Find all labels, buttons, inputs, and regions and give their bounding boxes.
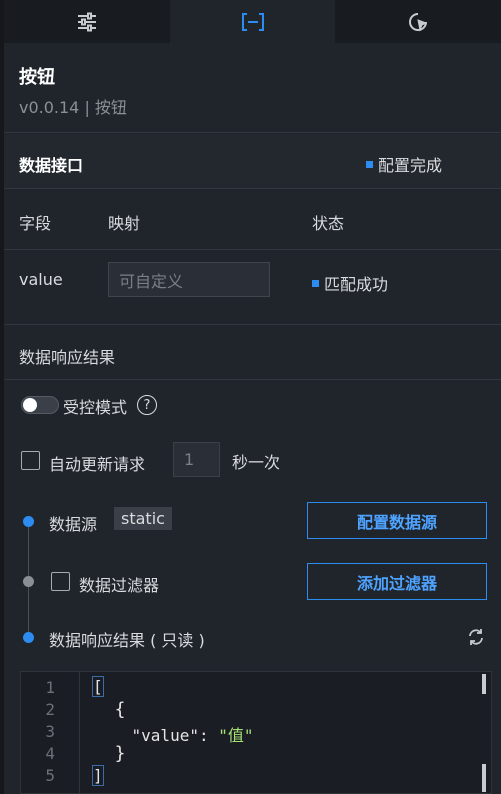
status-dot <box>312 280 319 287</box>
gutter-divider <box>79 672 80 793</box>
result-label: 数据响应结果 ( 只读 ) <box>49 631 205 650</box>
filter-checkbox[interactable] <box>51 572 70 591</box>
configure-datasource-button[interactable]: 配置数据源 <box>307 502 487 539</box>
datasource-node <box>23 516 34 527</box>
line-number: 1 <box>45 678 55 697</box>
code-line: ] <box>92 765 104 786</box>
update-interval-input[interactable]: 1 <box>173 442 220 477</box>
code-string: "值" <box>218 726 254 745</box>
datasource-label: 数据源 <box>49 515 98 534</box>
field-header: 字段 <box>19 214 52 233</box>
result-node <box>23 632 34 643</box>
data-bracket-icon <box>241 12 264 31</box>
response-section: 数据响应结果 <box>4 326 501 380</box>
filter-label: 数据过滤器 <box>79 576 160 595</box>
editor-scrollbar[interactable] <box>482 764 486 792</box>
code-line: { <box>93 699 126 720</box>
line-number: 2 <box>45 700 55 719</box>
add-filter-button[interactable]: 添加过滤器 <box>307 563 487 600</box>
datasource-type-badge: static <box>114 507 172 530</box>
controlled-mode-toggle[interactable] <box>21 396 59 414</box>
response-code-editor[interactable]: 1 2 3 4 5 [ { "value": "值" } ] <box>20 671 492 794</box>
config-status-text: 配置完成 <box>378 156 443 175</box>
mapping-input[interactable]: 可自定义 <box>108 262 270 297</box>
tab-style[interactable] <box>4 0 170 43</box>
field-name: value <box>19 270 63 289</box>
component-version: v0.0.14 | 按钮 <box>19 98 127 117</box>
controlled-mode-label: 受控模式 <box>63 398 128 417</box>
response-label: 数据响应结果 <box>19 348 116 367</box>
tab-interaction[interactable] <box>335 0 501 43</box>
line-number: 3 <box>45 722 55 741</box>
mapping-header: 映射 <box>108 214 141 233</box>
filter-node <box>23 576 34 587</box>
update-unit: 秒一次 <box>232 453 281 472</box>
code-line: } <box>93 743 126 764</box>
toggle-knob <box>23 398 37 412</box>
auto-update-checkbox[interactable] <box>21 451 40 470</box>
auto-update-label: 自动更新请求 <box>49 455 146 474</box>
component-title: 按钮 <box>19 67 55 88</box>
data-interface-section: 数据接口 配置完成 <box>4 134 501 189</box>
line-number: 4 <box>45 744 55 763</box>
status-header: 状态 <box>312 214 345 233</box>
help-icon[interactable]: ? <box>137 395 157 415</box>
line-number: 5 <box>45 766 55 785</box>
editor-scroll-cursor[interactable] <box>482 674 486 694</box>
match-status-text: 匹配成功 <box>324 275 389 294</box>
tab-data[interactable] <box>169 0 336 43</box>
match-status: 匹配成功 <box>312 271 388 295</box>
status-dot <box>366 161 373 168</box>
field-header-row: 字段 映射 状态 <box>4 190 501 250</box>
config-status: 配置完成 <box>366 152 442 176</box>
code-line: [ <box>92 676 104 697</box>
tab-bar <box>4 0 501 43</box>
refresh-icon[interactable] <box>466 627 486 647</box>
config-panel: 按钮 v0.0.14 | 按钮 数据接口 配置完成 字段 映射 状态 value… <box>0 0 501 794</box>
sliders-icon <box>77 12 96 31</box>
component-header: 按钮 v0.0.14 | 按钮 <box>4 43 501 133</box>
cursor-icon <box>409 12 428 32</box>
field-row: value 可自定义 匹配成功 <box>4 251 501 325</box>
data-interface-label: 数据接口 <box>19 156 84 175</box>
